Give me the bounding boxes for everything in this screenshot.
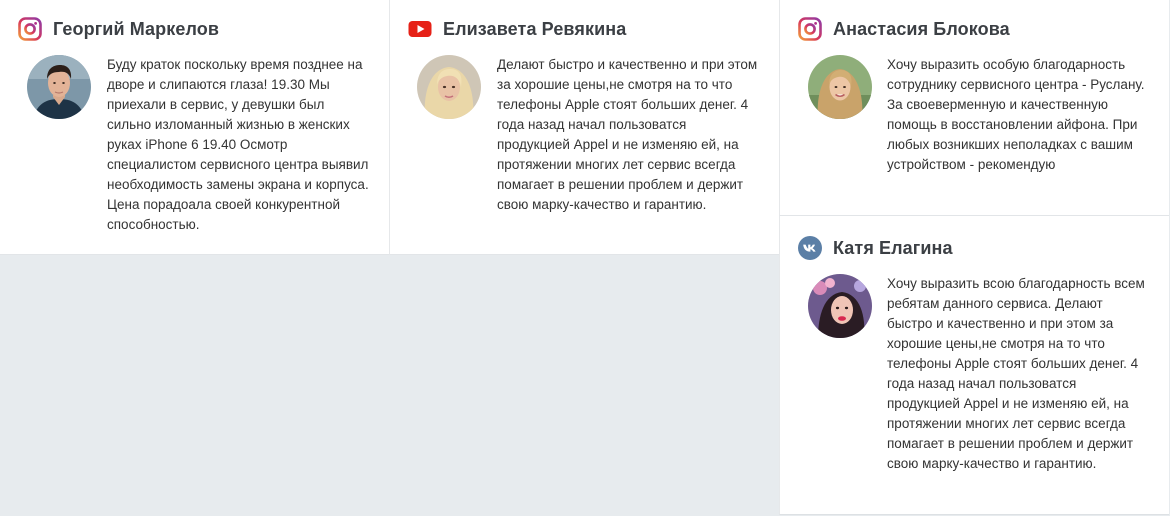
review-text: Делают быстро и качественно и при этом з… bbox=[497, 57, 758, 212]
review-header: Георгий Маркелов bbox=[18, 17, 219, 41]
avatar bbox=[808, 274, 872, 338]
review-card: Катя Елагина Хочу выразить всою благодар… bbox=[779, 216, 1169, 515]
author-name: Елизавета Ревякина bbox=[443, 18, 627, 39]
author-name: Катя Елагина bbox=[833, 237, 953, 258]
review-text: Хочу выразить всою благодарность всем ре… bbox=[887, 276, 1145, 471]
author-name: Анастасия Блокова bbox=[833, 18, 1010, 39]
review-text: Буду краток поскольку время позднее на д… bbox=[107, 57, 369, 232]
instagram-icon[interactable] bbox=[798, 17, 822, 41]
avatar bbox=[417, 55, 481, 119]
review-header: Катя Елагина bbox=[798, 236, 953, 260]
review-header: Анастасия Блокова bbox=[798, 17, 1010, 41]
review-card: Елизавета Ревякина Делают быстро и качес… bbox=[389, 0, 779, 255]
review-header: Елизавета Ревякина bbox=[408, 17, 626, 41]
review-text: Хочу выразить особую благодарность сотру… bbox=[887, 57, 1145, 172]
instagram-icon[interactable] bbox=[18, 17, 42, 41]
author-name: Георгий Маркелов bbox=[53, 18, 220, 39]
review-card: Георгий Маркелов Буду краток поскольку в… bbox=[0, 0, 389, 255]
review-card: Анастасия Блокова Хочу выразить особую б… bbox=[779, 0, 1169, 216]
vk-icon[interactable] bbox=[798, 236, 822, 260]
avatar bbox=[808, 55, 872, 119]
avatar bbox=[27, 55, 91, 119]
youtube-icon[interactable] bbox=[408, 17, 432, 41]
